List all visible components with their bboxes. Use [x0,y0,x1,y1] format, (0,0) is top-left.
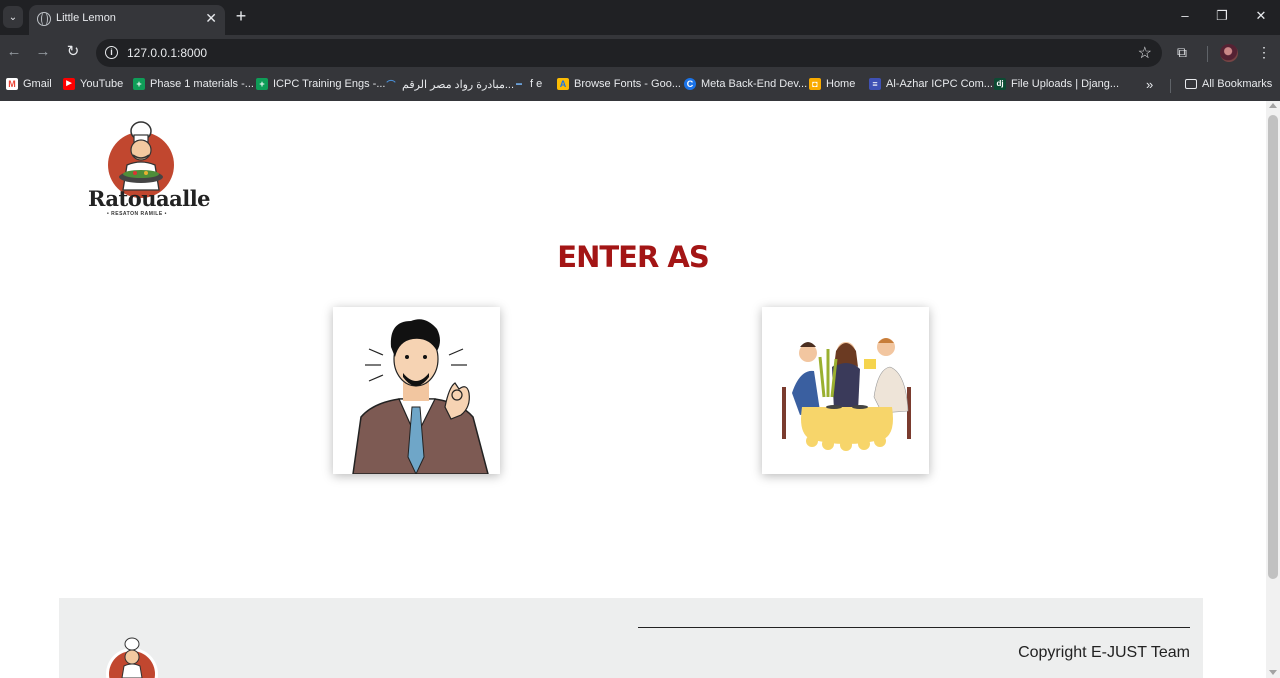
reload-icon[interactable]: ↻ [63,43,83,61]
bookmark-gmail[interactable]: M Gmail [6,78,52,90]
site-info-icon[interactable]: i [105,46,118,59]
close-tab-icon[interactable]: ✕ [205,10,217,26]
bookmark-label: مبادرة رواد مصر الرقم... [402,79,515,91]
bookmark-label: Phase 1 materials -... [150,78,254,90]
close-window-icon[interactable]: ✕ [1251,8,1271,24]
minimize-icon[interactable]: – [1175,8,1195,23]
tab-strip: ⌄ Little Lemon ✕ + – ❐ ✕ [0,0,1280,35]
page-content: Ratouaalle • RESATON RAMILE • ENTER AS C… [0,101,1266,678]
bookmarks-bar: M Gmail ▶ YouTube + Phase 1 materials -.… [0,70,1280,101]
scrollbar-thumb[interactable] [1268,115,1278,579]
footer-chef-logo-icon [106,637,158,678]
bookmark-label: Meta Back-End Dev... [701,78,808,90]
bookmark-label: Gmail [23,78,52,90]
scroll-down-arrow-icon[interactable] [1269,670,1277,675]
forms-icon: ≡ [869,78,881,90]
gmail-icon: M [6,78,18,90]
more-bookmarks-icon[interactable]: » [1146,77,1153,92]
bookmark-icpc-training[interactable]: + ICPC Training Engs -... [256,78,386,90]
footer-divider [638,627,1190,628]
staff-person-icon [352,319,489,474]
sheets-icon: + [133,78,145,90]
initiative-icon: ⌒ [386,79,396,90]
bookmarks-divider [1170,79,1171,93]
logo-subtext: • RESATON RAMILE • [107,211,167,217]
logo-wordmark: Ratouaalle [88,186,211,211]
new-tab-icon[interactable]: + [231,6,251,26]
fe-icon: ▬ [516,81,522,87]
folder-icon [1185,79,1197,89]
enter-as-staff-card[interactable] [333,307,500,474]
bookmark-star-icon[interactable]: ☆ [1138,43,1152,63]
extensions-icon[interactable]: ⧉ [1177,44,1187,61]
bookmark-label: f e [530,78,543,90]
forward-icon[interactable]: → [33,43,53,61]
bookmark-al-azhar[interactable]: ≡ Al-Azhar ICPC Com... [869,78,993,90]
enter-as-customer-card[interactable] [762,307,929,474]
profile-avatar[interactable] [1220,44,1238,62]
bookmark-meta-backend[interactable]: C Meta Back-End Dev... [684,78,807,90]
menu-icon[interactable]: ⋮ [1257,44,1271,61]
active-tab[interactable]: Little Lemon ✕ [29,5,225,35]
tab-title: Little Lemon [56,12,116,24]
coursera-icon: C [684,78,696,90]
copyright-text: Copyright E-JUST Team [1018,644,1190,661]
bookmark-label: ICPC Training Engs -... [273,78,386,90]
page-scrollbar[interactable] [1266,101,1280,678]
django-icon: dj [994,78,1006,90]
bookmark-label: YouTube [80,78,124,90]
page-heading: ENTER AS [557,240,709,274]
bookmark-initiative[interactable]: ⌒ مبادرة رواد مصر الرقم... [385,78,514,91]
browser-toolbar: ← → ↻ i 127.0.0.1:8000 ☆ ⧉ ⋮ [0,35,1280,70]
tab-search-chevron-icon[interactable]: ⌄ [3,6,23,28]
toolbar-divider [1207,46,1208,62]
bookmark-label: File Uploads | Djang... [1011,78,1120,90]
url-text[interactable]: 127.0.0.1:8000 [127,46,207,60]
bookmark-label: Al-Azhar ICPC Com... [886,78,993,90]
bookmark-django[interactable]: dj File Uploads | Djang... [994,78,1119,90]
classroom-icon: ◘ [809,78,821,90]
bookmark-fe[interactable]: ▬ f e [513,78,542,90]
all-bookmarks[interactable]: All Bookmarks [1185,78,1272,90]
restore-icon[interactable]: ❐ [1212,8,1232,24]
bookmark-youtube[interactable]: ▶ YouTube [63,78,123,90]
youtube-icon: ▶ [63,78,75,90]
bookmark-label: Home [826,78,856,90]
address-bar[interactable]: i 127.0.0.1:8000 ☆ [96,39,1162,67]
bookmark-phase1[interactable]: + Phase 1 materials -... [133,78,254,90]
back-icon[interactable]: ← [4,43,24,61]
scroll-up-arrow-icon[interactable] [1269,103,1277,108]
bookmark-home[interactable]: ◘ Home [809,78,855,90]
restaurant-logo[interactable]: Ratouaalle • RESATON RAMILE • [85,115,211,219]
globe-icon [37,12,51,26]
sheets-icon: + [256,78,268,90]
footer: Copyright E-JUST Team [59,598,1203,678]
bookmark-google-fonts[interactable]: A Browse Fonts - Goo... [557,78,681,90]
all-bookmarks-label: All Bookmarks [1202,78,1273,90]
diners-icon [782,338,911,451]
bookmark-label: Browse Fonts - Goo... [574,78,681,90]
google-fonts-icon: A [557,78,569,90]
